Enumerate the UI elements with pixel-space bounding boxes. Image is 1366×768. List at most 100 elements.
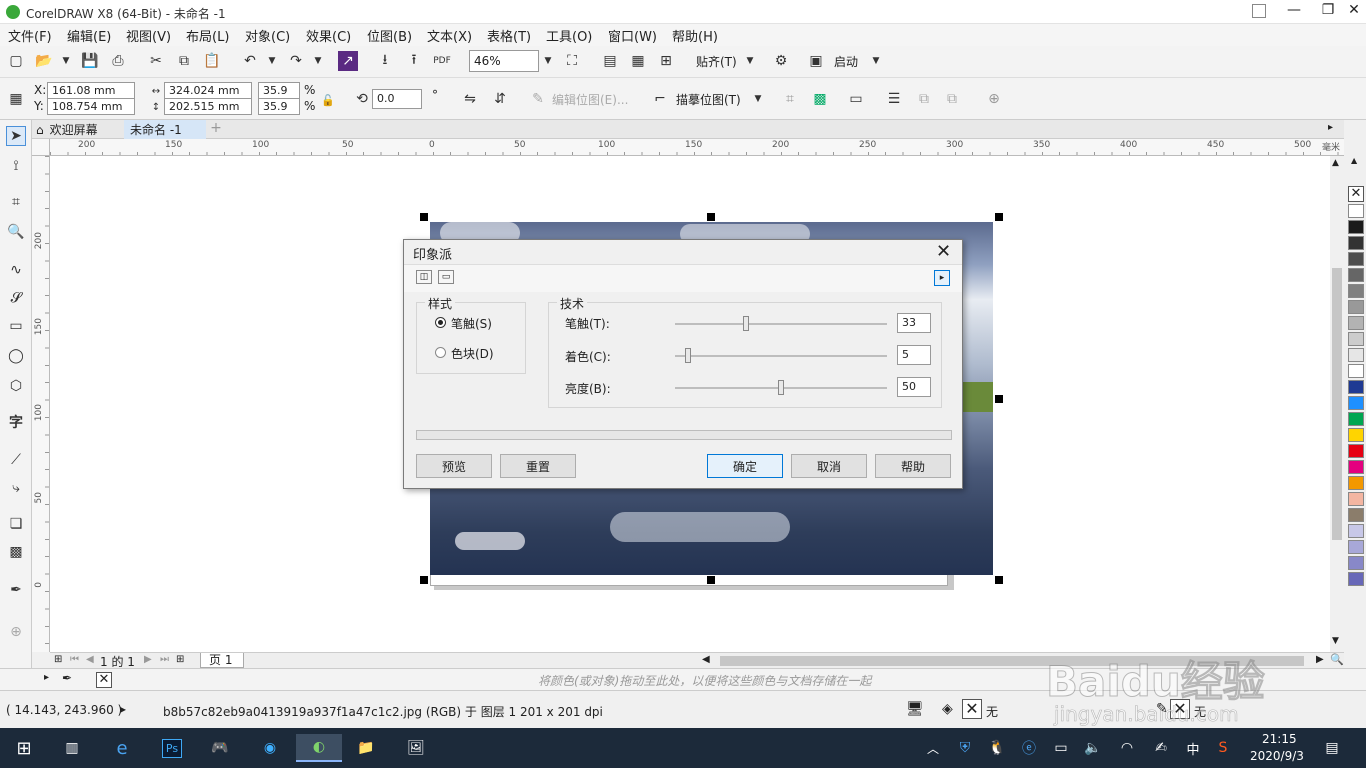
snap-dropdown-icon[interactable]: ▼ <box>740 51 760 71</box>
next-page-icon[interactable]: ▶ <box>144 654 152 665</box>
trace-bitmap-label[interactable]: 描摹位图(T) <box>676 91 741 108</box>
volume-icon[interactable]: 🔈 <box>1082 734 1104 762</box>
ruler-origin[interactable] <box>32 139 50 156</box>
palette-swatch[interactable] <box>1348 492 1364 506</box>
network-wifi-icon[interactable]: ◠ <box>1116 734 1138 762</box>
vertical-scrollbar[interactable]: ▲ ▼ <box>1330 156 1344 652</box>
clock-date[interactable]: 2020/9/3 <box>1250 749 1304 763</box>
palette-swatch[interactable] <box>1348 380 1364 394</box>
palette-scroll-up-icon[interactable]: ▲ <box>1351 156 1357 165</box>
palette-swatch[interactable] <box>1348 460 1364 474</box>
help-button[interactable]: 帮助 <box>875 454 951 478</box>
bitmap-border-icon[interactable]: ▭ <box>846 89 866 109</box>
export-icon[interactable]: ⭱ <box>404 51 424 71</box>
qq-icon[interactable]: 🐧 <box>986 734 1008 762</box>
ellipse-tool-icon[interactable]: ◯ <box>6 346 26 366</box>
undo-icon[interactable]: ↶ <box>240 51 260 71</box>
rectangle-tool-icon[interactable]: ▭ <box>6 316 26 336</box>
menu-help[interactable]: 帮助(H) <box>672 26 718 45</box>
prev-page-icon[interactable]: ◀ <box>86 654 94 665</box>
radio-stroke[interactable] <box>435 317 446 328</box>
fill-bucket-icon[interactable]: ◈ <box>942 701 953 717</box>
menu-table[interactable]: 表格(T) <box>487 26 531 45</box>
height-input[interactable]: 202.515 mm <box>164 98 252 115</box>
cancel-button[interactable]: 取消 <box>791 454 867 478</box>
ok-button[interactable]: 确定 <box>707 454 783 478</box>
brightness-slider[interactable] <box>675 380 887 396</box>
menu-view[interactable]: 视图(V) <box>126 26 171 45</box>
split-preview-icon[interactable]: ◫ <box>416 270 432 284</box>
vertical-scroll-thumb[interactable] <box>1332 268 1342 540</box>
menu-file[interactable]: 文件(F) <box>8 26 52 45</box>
paste-icon[interactable]: 📋 <box>202 51 222 71</box>
guidelines-icon[interactable]: ⊞ <box>656 51 676 71</box>
menu-effects[interactable]: 效果(C) <box>306 26 351 45</box>
photoshop-icon[interactable]: Ps <box>156 734 188 762</box>
coloration-slider[interactable] <box>675 348 887 364</box>
slider-thumb[interactable] <box>742 316 749 331</box>
menu-text[interactable]: 文本(X) <box>427 26 472 45</box>
menu-tools[interactable]: 工具(O) <box>546 26 592 45</box>
eyedropper-small-icon[interactable]: ✒ <box>62 671 72 685</box>
shape-tool-icon[interactable]: ⟟ <box>6 156 26 176</box>
palette-swatch[interactable] <box>1348 364 1364 378</box>
dimension-tool-icon[interactable]: ⟋ <box>6 450 26 470</box>
menu-object[interactable]: 对象(C) <box>245 26 290 45</box>
grid-icon[interactable]: ▦ <box>628 51 648 71</box>
coloration-value-input[interactable]: 5 <box>897 345 931 365</box>
tray-chevron-icon[interactable]: ︿ <box>922 734 944 762</box>
print-icon[interactable]: ⎙ <box>108 51 128 71</box>
palette-swatch[interactable] <box>1348 572 1364 586</box>
width-input[interactable]: 324.024 mm <box>164 82 252 99</box>
maximize-button[interactable]: ❐ <box>1316 2 1340 22</box>
security-shield-icon[interactable]: ⛨ <box>954 734 976 762</box>
crop-bitmap-icon[interactable]: ⌗ <box>780 89 800 109</box>
stroke-value-input[interactable]: 33 <box>897 313 931 333</box>
battery-icon[interactable]: ▭ <box>1050 734 1072 762</box>
palette-expand-icon[interactable]: ▸ <box>44 672 49 683</box>
palette-swatch[interactable] <box>1348 204 1364 218</box>
save-icon[interactable]: 💾 <box>80 51 100 71</box>
y-position-input[interactable]: 108.754 mm <box>47 98 135 115</box>
import-icon[interactable]: ⭳ <box>375 51 395 71</box>
scale-y-input[interactable]: 35.9 <box>258 98 300 115</box>
palette-swatch[interactable] <box>1348 252 1364 266</box>
scroll-up-icon[interactable]: ▲ <box>1332 158 1339 168</box>
text-wrap-icon[interactable]: ☰ <box>884 89 904 109</box>
palette-swatch[interactable] <box>1348 556 1364 570</box>
start-windows-icon[interactable]: ⊞ <box>8 734 40 762</box>
last-page-icon[interactable]: ⏭ <box>160 654 169 665</box>
crop-tool-icon[interactable]: ⌗ <box>6 192 26 212</box>
no-color-small-swatch[interactable]: ✕ <box>96 672 112 688</box>
page-tab[interactable]: 页 1 <box>200 653 244 668</box>
close-button[interactable]: ✕ <box>1343 2 1365 22</box>
radio-block[interactable] <box>435 347 446 358</box>
trace-dropdown-icon[interactable]: ▼ <box>748 89 768 109</box>
scroll-left-icon[interactable]: ◀ <box>702 654 710 665</box>
add-tool-icon[interactable]: ⊕ <box>6 622 26 642</box>
fit-page-icon[interactable]: ⛶ <box>562 51 582 71</box>
palette-swatch[interactable] <box>1348 332 1364 346</box>
selection-handle-tr[interactable] <box>995 213 1003 221</box>
action-center-icon[interactable]: ▤ <box>1320 734 1344 762</box>
single-preview-icon[interactable]: ▭ <box>438 270 454 284</box>
transparency-icon[interactable]: ▩ <box>6 542 26 562</box>
trace-bitmap-icon[interactable]: ⌐ <box>650 89 670 109</box>
pen-input-icon[interactable]: ✍ <box>1150 734 1172 762</box>
dropdown-arrow-icon[interactable]: ▼ <box>56 51 76 71</box>
new-tab-plus-icon[interactable]: + <box>208 120 224 139</box>
expand-dialog-icon[interactable]: ▸ <box>934 270 950 286</box>
palette-swatch[interactable] <box>1348 348 1364 362</box>
add-page-end-icon[interactable]: ⊞ <box>176 654 184 665</box>
palette-swatch[interactable] <box>1348 268 1364 282</box>
palette-swatch[interactable] <box>1348 284 1364 298</box>
reset-button[interactable]: 重置 <box>500 454 576 478</box>
status-expand-arrow[interactable]: ▸ <box>120 702 126 716</box>
ime-mode-label[interactable]: 中 <box>1182 734 1204 762</box>
combine-icon[interactable]: ⧉ <box>914 89 934 109</box>
copy-icon[interactable]: ⧉ <box>174 51 194 71</box>
zoom-tool-icon[interactable]: 🔍 <box>6 222 26 242</box>
tray-e-icon[interactable]: ⓔ <box>1018 734 1040 762</box>
freehand-tool-icon[interactable]: ∿ <box>6 260 26 280</box>
palette-swatch[interactable] <box>1348 300 1364 314</box>
